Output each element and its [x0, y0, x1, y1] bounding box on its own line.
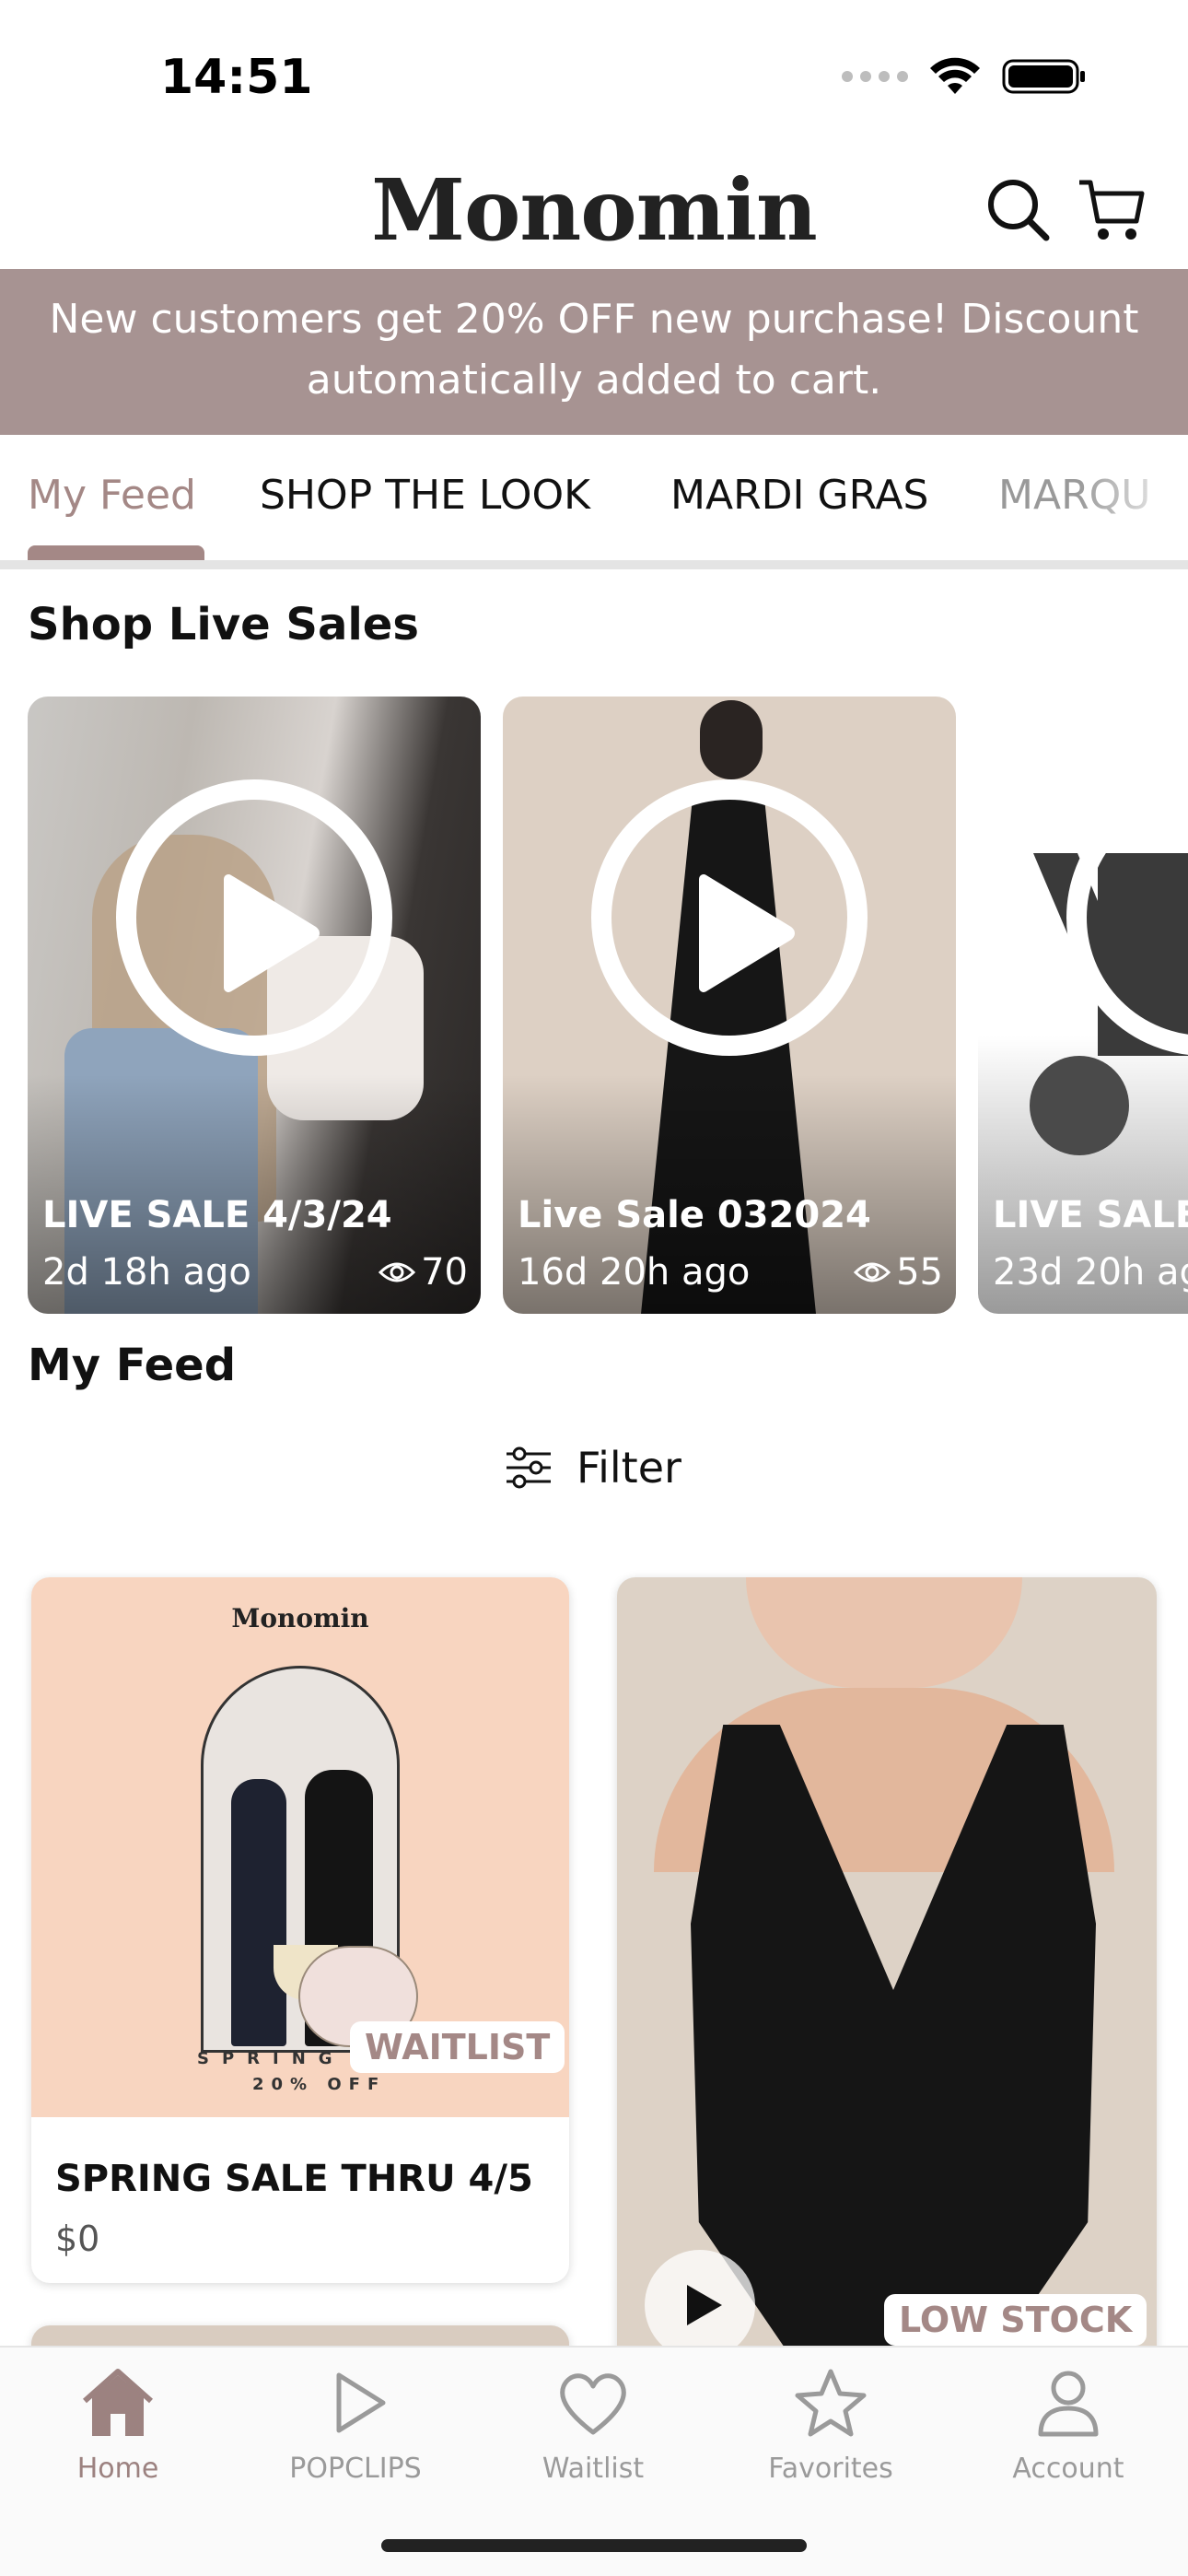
app-header: Monomin — [0, 157, 1188, 269]
filter-label: Filter — [577, 1443, 681, 1493]
play-icon[interactable] — [116, 779, 392, 1056]
wifi-icon — [930, 57, 980, 94]
nav-favorites[interactable]: Favorites — [739, 2368, 923, 2485]
nav-home[interactable]: Home — [26, 2368, 210, 2485]
filter-sliders-icon — [507, 1446, 551, 1489]
image-caption-2: 20% OFF — [252, 2075, 387, 2094]
product-price: $0 — [55, 2219, 100, 2259]
feed-product-card[interactable]: Monomin SPRING S 20% OFF WAITLIST SPRING… — [31, 1577, 569, 2283]
live-sale-card[interactable]: LIVE SALE 23d 20h ag — [978, 697, 1188, 1314]
category-tabs: My Feed SHOP THE LOOK MARDI GRAS MARQU — [0, 435, 1188, 571]
live-sale-views: 70 — [379, 1251, 468, 1294]
nav-waitlist[interactable]: Waitlist — [501, 2368, 685, 2485]
star-icon — [795, 2369, 867, 2437]
live-sales-carousel[interactable]: LIVE SALE 4/3/24 2d 18h ago 70 Live Sale… — [0, 697, 1188, 1316]
promo-line-2: automatically added to cart. — [306, 357, 882, 404]
status-icons — [842, 57, 1087, 96]
view-count: 55 — [896, 1251, 943, 1294]
eye-icon — [379, 1262, 416, 1282]
home-indicator — [381, 2539, 807, 2552]
status-bar: 14:51 — [0, 0, 1188, 157]
tabs-fade — [1077, 435, 1188, 555]
promo-banner[interactable]: New customers get 20% OFF new purchase! … — [0, 269, 1188, 435]
tab-my-feed[interactable]: My Feed — [28, 472, 196, 519]
tab-shop-the-look[interactable]: SHOP THE LOOK — [260, 472, 590, 519]
live-sale-title: LIVE SALE — [993, 1194, 1188, 1236]
promo-line-1: New customers get 20% OFF new purchase! … — [49, 296, 1139, 343]
cart-icon[interactable] — [1076, 173, 1149, 247]
person-icon — [1038, 2371, 1099, 2437]
live-sale-title: Live Sale 032024 — [518, 1194, 871, 1236]
nav-popclips[interactable]: POPCLIPS — [263, 2368, 448, 2485]
feed-product-card[interactable]: LOW STOCK — [617, 1577, 1157, 2388]
eye-icon — [854, 1262, 891, 1282]
live-sales-heading: Shop Live Sales — [28, 599, 419, 650]
video-play-icon[interactable] — [645, 2250, 755, 2360]
product-title: SPRING SALE THRU 4/5 — [55, 2158, 533, 2200]
live-sale-time-ago: 16d 20h ago — [518, 1251, 751, 1294]
live-sale-views: 55 — [854, 1251, 943, 1294]
active-tab-indicator — [28, 545, 204, 560]
live-sale-time-ago: 23d 20h ag — [993, 1251, 1188, 1294]
play-icon[interactable] — [591, 779, 868, 1056]
cellular-signal-icon — [842, 71, 908, 82]
status-time: 14:51 — [160, 50, 313, 105]
battery-icon — [1002, 59, 1085, 94]
tabs-divider — [0, 560, 1188, 569]
tab-mardi-gras[interactable]: MARDI GRAS — [670, 472, 928, 519]
live-sale-card[interactable]: Live Sale 032024 16d 20h ago 55 — [503, 697, 956, 1314]
image-brand-text: Monomin — [231, 1603, 369, 1633]
search-icon[interactable] — [982, 173, 1055, 247]
home-icon — [83, 2369, 153, 2436]
low-stock-badge: LOW STOCK — [884, 2294, 1147, 2346]
play-icon — [336, 2372, 386, 2433]
live-sale-title: LIVE SALE 4/3/24 — [42, 1194, 392, 1236]
view-count: 70 — [421, 1251, 468, 1294]
nav-account[interactable]: Account — [976, 2368, 1160, 2485]
waitlist-badge: WAITLIST — [350, 2021, 565, 2073]
live-sale-card[interactable]: LIVE SALE 4/3/24 2d 18h ago 70 — [28, 697, 481, 1314]
my-feed-heading: My Feed — [28, 1340, 237, 1391]
filter-button[interactable]: Filter — [505, 1443, 681, 1493]
heart-icon — [560, 2373, 626, 2435]
live-sale-time-ago: 2d 18h ago — [42, 1251, 251, 1294]
